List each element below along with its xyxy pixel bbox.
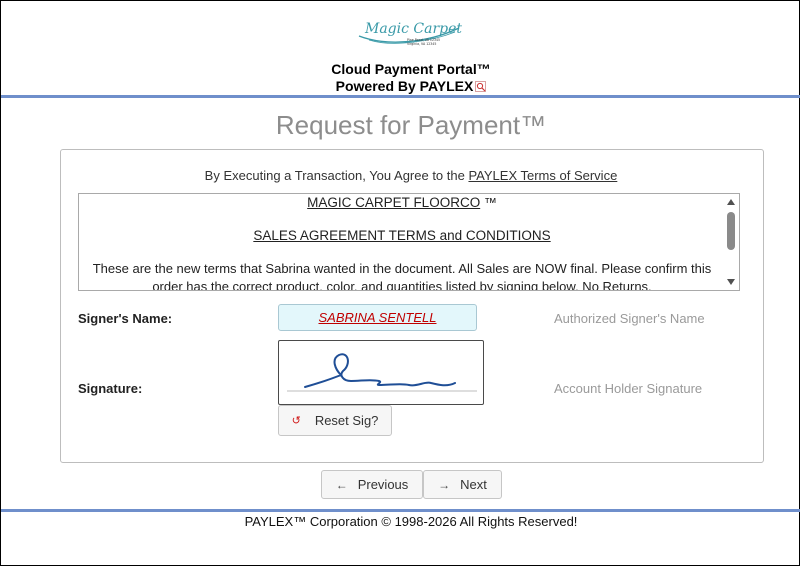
- reset-icon: ↺: [291, 415, 301, 427]
- agreement-line: By Executing a Transaction, You Agree to…: [0, 168, 802, 183]
- arrow-left-icon: ←: [335, 477, 348, 492]
- terms-content: MAGIC CARPET FLOORCO ™ SALES AGREEMENT T…: [79, 194, 725, 291]
- powered-by-text: Powered By PAYLEX: [335, 78, 474, 94]
- footer-divider: [1, 509, 800, 512]
- terms-body: These are the new terms that Sabrina wan…: [92, 261, 712, 291]
- powered-by: Powered By PAYLEX: [0, 78, 802, 94]
- signer-name-field[interactable]: SABRINA SENTELL: [278, 304, 477, 331]
- signer-name-label: Signer's Name:: [78, 311, 173, 326]
- signature-pad[interactable]: [278, 340, 484, 405]
- signer-name-hint: Authorized Signer's Name: [554, 311, 705, 326]
- magic-carpet-logo: Magic Carpet Pine Road, VA 12345 Virgini…: [358, 21, 462, 46]
- agreement-prefix: By Executing a Transaction, You Agree to…: [204, 168, 469, 183]
- next-button[interactable]: → Next: [423, 470, 502, 499]
- scroll-down-arrow-icon[interactable]: [727, 279, 735, 285]
- next-label: Next: [460, 477, 487, 492]
- page-title: Request for Payment™: [275, 110, 547, 140]
- terms-heading: SALES AGREEMENT TERMS and CONDITIONS: [253, 228, 551, 243]
- reset-signature-label: Reset Sig?: [314, 413, 379, 428]
- logo-text: Magic Carpet: [364, 21, 462, 37]
- header-divider: [1, 95, 800, 98]
- scroll-up-arrow-icon[interactable]: [727, 199, 735, 205]
- logo-address-line2: Virginia, VA 12345: [407, 42, 436, 46]
- previous-label: Previous: [357, 477, 409, 492]
- terms-textbox[interactable]: MAGIC CARPET FLOORCO ™ SALES AGREEMENT T…: [78, 193, 740, 291]
- previous-button[interactable]: ← Previous: [321, 470, 423, 499]
- signature-label: Signature:: [78, 381, 143, 396]
- footer-copyright: PAYLEX™ Corporation © 1998-2026 All Righ…: [244, 514, 578, 529]
- arrow-right-icon: →: [438, 477, 451, 492]
- paylex-logo-icon: [475, 81, 487, 92]
- terms-company: MAGIC CARPET FLOORCO ™: [79, 195, 725, 210]
- terms-company-mark: ™: [480, 195, 497, 210]
- signature-hint: Account Holder Signature: [554, 381, 703, 396]
- terms-scrollbar[interactable]: [724, 195, 738, 289]
- reset-signature-button[interactable]: ↺ Reset Sig?: [278, 405, 392, 436]
- terms-company-name: MAGIC CARPET FLOORCO: [307, 195, 481, 210]
- scroll-thumb[interactable]: [727, 212, 735, 250]
- terms-of-service-link[interactable]: PAYLEX Terms of Service: [468, 168, 617, 183]
- signature-drawing: [287, 353, 477, 392]
- portal-title: Cloud Payment Portal™: [331, 61, 491, 77]
